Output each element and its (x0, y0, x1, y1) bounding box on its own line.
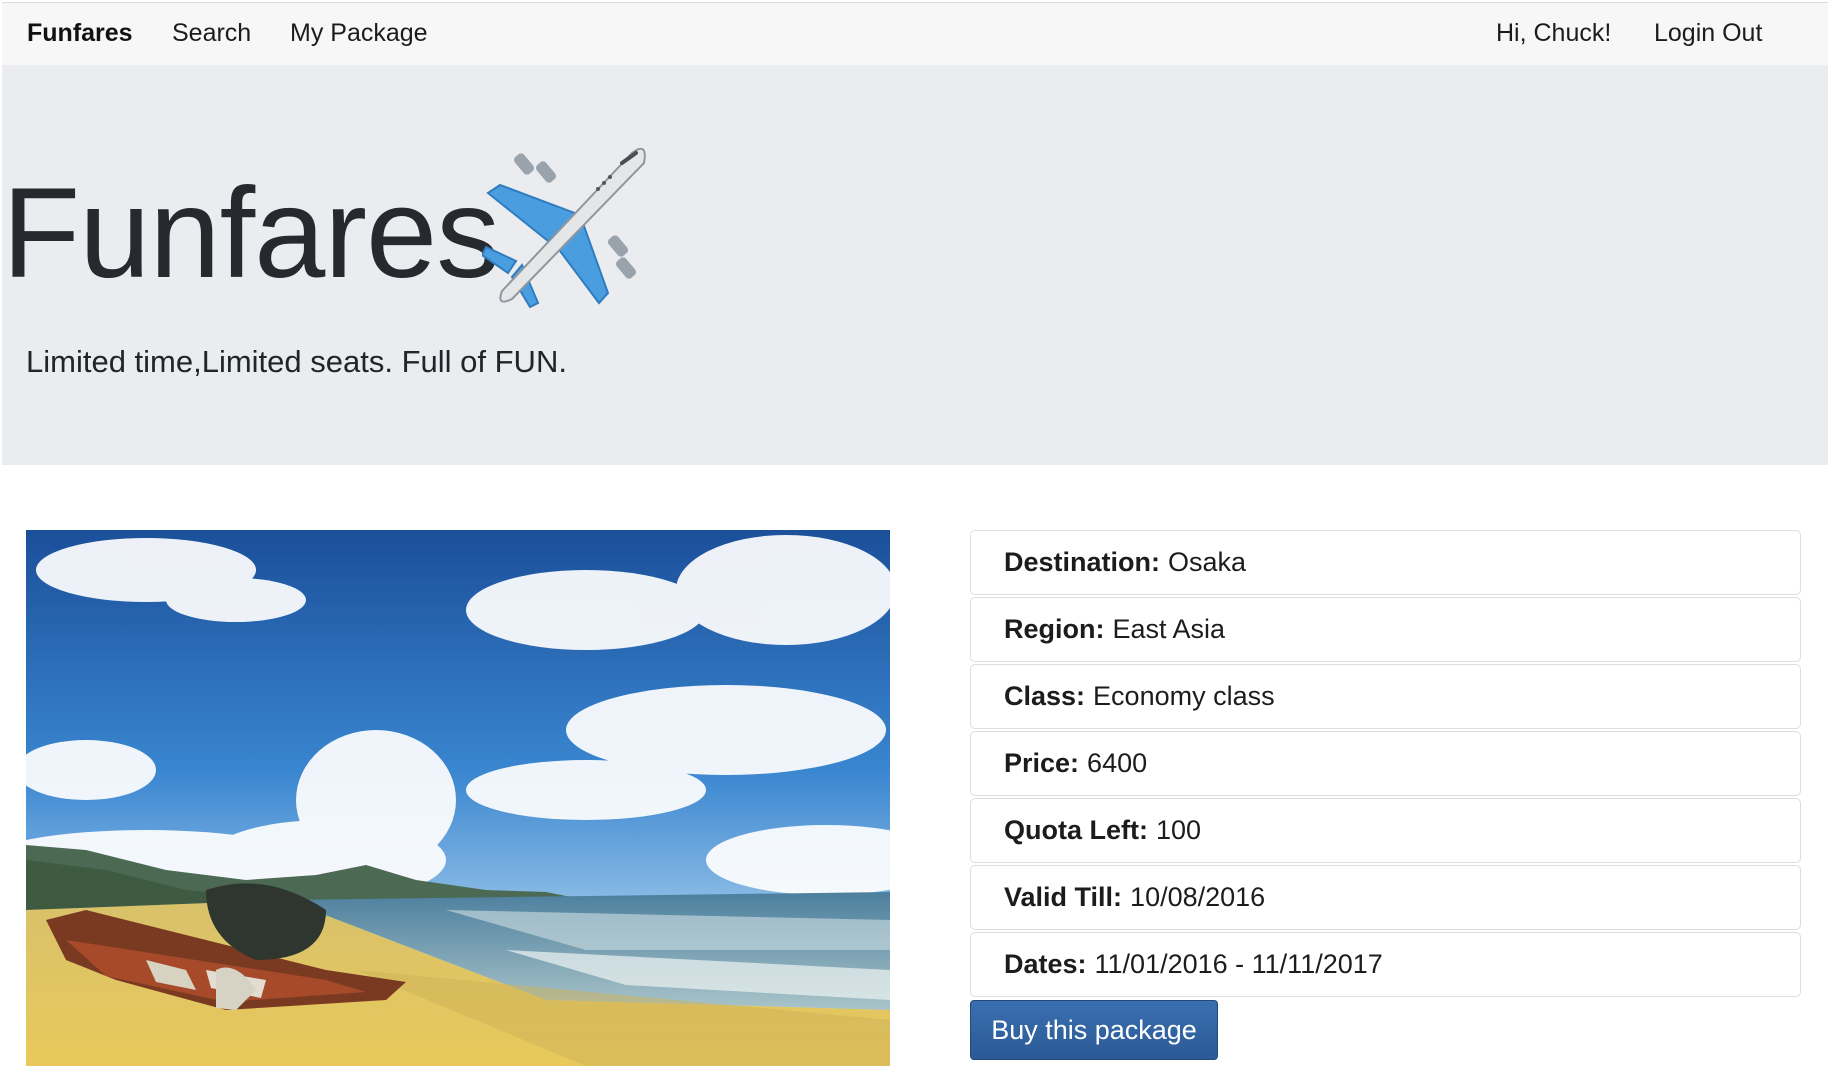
detail-label: Dates: (1004, 949, 1087, 979)
detail-value: 100 (1155, 815, 1202, 845)
hero-title: Funfares (2, 162, 500, 305)
detail-label: Class: (1004, 681, 1086, 711)
logout-link[interactable]: Login Out (1654, 19, 1762, 48)
detail-label: Valid Till: (1004, 882, 1123, 912)
detail-dates: Dates: 11/01/2016 - 11/11/2017 (970, 932, 1801, 997)
detail-value: Economy class (1093, 681, 1275, 711)
detail-label: Price: (1004, 748, 1080, 778)
detail-value: Osaka (1168, 547, 1247, 577)
detail-value: East Asia (1112, 614, 1226, 644)
detail-region: Region: East Asia (970, 597, 1801, 662)
detail-valid-till: Valid Till: 10/08/2016 (970, 865, 1801, 930)
detail-value: 10/08/2016 (1130, 882, 1266, 912)
detail-label: Region: (1004, 614, 1105, 644)
package-details-list: Destination: Osaka Region: East Asia Cla… (970, 530, 1801, 999)
user-greeting[interactable]: Hi, Chuck! (1496, 19, 1611, 48)
nav-search-link[interactable]: Search (172, 19, 251, 48)
hero-tagline: Limited time,Limited seats. Full of FUN. (26, 344, 567, 379)
detail-price: Price: 6400 (970, 731, 1801, 796)
beach-photo (26, 530, 890, 1066)
nav-my-package-link[interactable]: My Package (290, 19, 428, 48)
buy-package-button[interactable]: Buy this package (970, 1000, 1218, 1060)
detail-value: 11/01/2016 - 11/11/2017 (1094, 949, 1383, 979)
detail-quota-left: Quota Left: 100 (970, 798, 1801, 863)
detail-label: Quota Left: (1004, 815, 1148, 845)
detail-destination: Destination: Osaka (970, 530, 1801, 595)
detail-class: Class: Economy class (970, 664, 1801, 729)
detail-value: 6400 (1087, 748, 1148, 778)
airplane-icon (482, 147, 646, 308)
nav-brand[interactable]: Funfares (27, 19, 133, 48)
top-navbar: Funfares Search My Package Hi, Chuck! Lo… (2, 2, 1828, 65)
detail-label: Destination: (1004, 547, 1161, 577)
